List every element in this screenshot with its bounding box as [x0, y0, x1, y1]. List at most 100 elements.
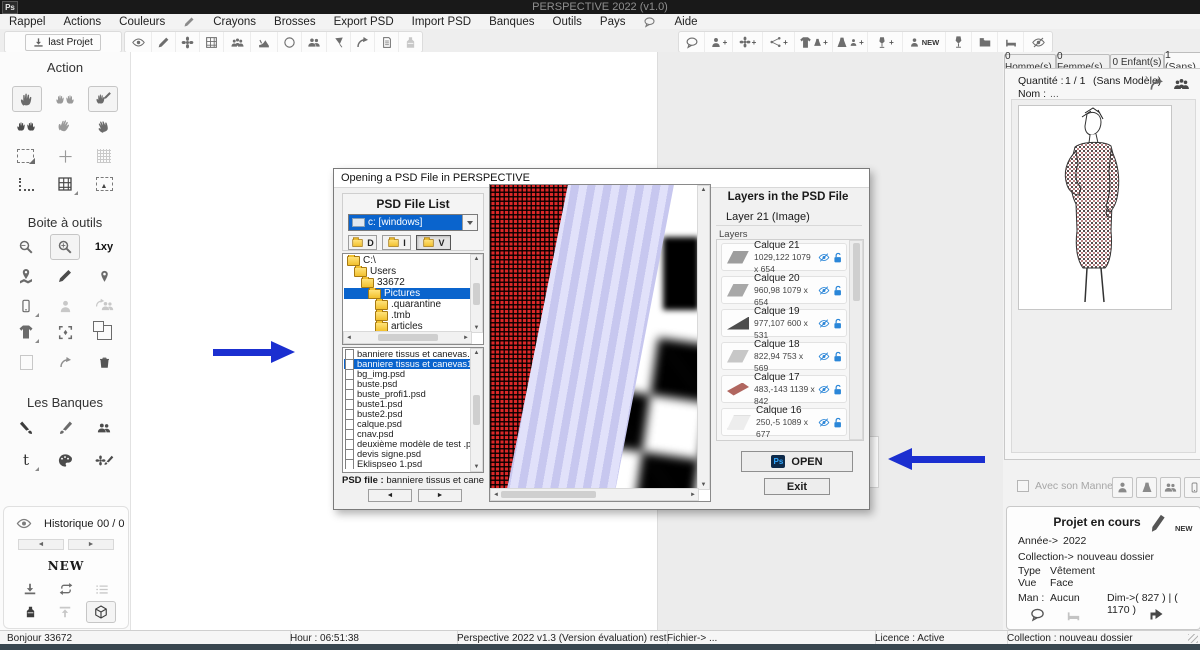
add-flower-button[interactable]: + — [733, 32, 763, 52]
menu-export-psd[interactable]: Export PSD — [325, 16, 403, 28]
shoe-tool-button[interactable] — [251, 32, 278, 52]
card-button[interactable] — [1184, 477, 1200, 498]
layer-item[interactable]: Calque 17483,-143 1139 x 842 — [721, 375, 847, 403]
hands-tool[interactable] — [51, 87, 79, 111]
kite-tool-button[interactable] — [327, 32, 351, 52]
people-bank-tool[interactable] — [90, 416, 118, 440]
new-person-button[interactable]: NEW — [903, 32, 946, 52]
app-icon[interactable]: Ps — [2, 1, 18, 14]
add-dress-button[interactable]: + — [833, 32, 868, 52]
tree-item[interactable]: 33672 — [344, 277, 471, 288]
list-button[interactable] — [88, 579, 116, 599]
eye-off-tool-button[interactable] — [1024, 32, 1052, 52]
export-icon[interactable] — [1147, 606, 1166, 622]
fine-grid-tool[interactable] — [90, 144, 118, 168]
hand-fan-tool[interactable] — [90, 114, 118, 138]
crowd-icon[interactable] — [1172, 76, 1191, 92]
map-pin-tool[interactable] — [12, 264, 40, 288]
file-item[interactable]: Eklispseo 1.psd — [344, 459, 471, 469]
bed-tool-button[interactable] — [998, 32, 1024, 52]
person-face-button[interactable] — [1160, 477, 1181, 498]
file-item[interactable]: bg_img.psd — [344, 369, 471, 379]
hand-outline-tool[interactable] — [51, 114, 79, 138]
chat-icon[interactable] — [1029, 607, 1046, 622]
folder-v-button[interactable]: V — [416, 235, 451, 250]
jacket-tool[interactable] — [12, 320, 40, 344]
draw-pencil-tool[interactable] — [51, 264, 79, 288]
file-item[interactable]: devis signe.psd — [344, 449, 471, 459]
eye-off-icon[interactable] — [818, 318, 830, 329]
chat-tool-button[interactable] — [679, 32, 705, 52]
phone-tool[interactable] — [12, 294, 40, 318]
flower-tool-button[interactable] — [176, 32, 200, 52]
preview-vertical-scrollbar[interactable]: ▲▼ — [697, 185, 710, 490]
eye-off-icon[interactable] — [818, 417, 830, 428]
file-item[interactable]: buste.psd — [344, 379, 471, 389]
tab-femmes[interactable]: 0 Femme(s) — [1056, 54, 1110, 69]
tree-item[interactable]: Users — [344, 266, 471, 277]
menu-import-psd[interactable]: Import PSD — [403, 16, 480, 28]
next-file-button[interactable]: ► — [418, 489, 462, 502]
person-male-button[interactable] — [1112, 477, 1133, 498]
trash-tool[interactable] — [90, 350, 118, 374]
refresh-frame-button[interactable] — [52, 579, 80, 599]
mannequin-checkbox[interactable] — [1017, 480, 1029, 492]
import-tray-button[interactable] — [16, 579, 44, 599]
zoom-out-tool[interactable]: − — [12, 235, 40, 259]
files-vertical-scrollbar[interactable]: ▲▼ — [470, 348, 483, 472]
hand-pan-tool[interactable] — [12, 86, 42, 112]
square-tool[interactable] — [12, 350, 40, 374]
letter-t-tool[interactable]: t — [12, 448, 40, 472]
corner-marquee-tool[interactable] — [12, 172, 40, 196]
add-network-button[interactable]: + — [763, 32, 795, 52]
menu-couleurs[interactable]: Couleurs — [110, 16, 174, 28]
exit-button[interactable]: Exit — [764, 478, 830, 495]
cycle-tool-button[interactable] — [351, 32, 375, 52]
historique-next-button[interactable]: ► — [68, 539, 114, 550]
person-share-tool[interactable] — [90, 294, 118, 318]
eye-off-icon[interactable] — [818, 252, 830, 263]
file-item[interactable]: buste_profi1.psd — [344, 389, 471, 399]
eye-off-icon[interactable] — [818, 384, 830, 395]
tab-sans[interactable]: 1 (Sans) — [1164, 52, 1200, 69]
lock-open-icon[interactable] — [832, 285, 843, 296]
pencil-new-icon[interactable] — [1147, 513, 1169, 533]
marker-bank-tool[interactable] — [12, 416, 40, 440]
brush-palette-tool[interactable] — [90, 448, 118, 472]
grid-tool-button[interactable] — [200, 32, 224, 52]
people-tool-button[interactable] — [302, 32, 327, 52]
chat-icon[interactable] — [634, 16, 665, 28]
pin-tool[interactable] — [90, 264, 118, 288]
document-tool-button[interactable] — [375, 32, 399, 52]
lock-open-icon[interactable] — [832, 351, 843, 362]
stamp-tool-button[interactable] — [399, 32, 422, 52]
file-item-selected[interactable]: banniere tissus et canevas1.psd — [344, 359, 471, 369]
person-female-button[interactable] — [1136, 477, 1157, 498]
file-item[interactable]: banniere tissus et canevas.psd — [344, 349, 471, 359]
folder-out-tool-button[interactable] — [972, 32, 998, 52]
open-button[interactable]: Ps OPEN — [741, 451, 853, 472]
ink-bottle-button[interactable] — [16, 602, 44, 622]
menu-rappel[interactable]: Rappel — [0, 16, 54, 28]
menu-actions[interactable]: Actions — [54, 16, 110, 28]
menu-pays[interactable]: Pays — [591, 16, 635, 28]
hands-dark-tool[interactable] — [12, 114, 40, 138]
folder-i-button[interactable]: I — [382, 235, 411, 250]
eye-tool-button[interactable] — [125, 32, 152, 52]
prev-file-button[interactable]: ◄ — [368, 489, 412, 502]
mannequin-preview[interactable] — [1018, 105, 1172, 310]
tree-item-selected[interactable]: Pictures — [344, 288, 471, 299]
lock-open-icon[interactable] — [832, 318, 843, 329]
crosshair-tool[interactable] — [51, 144, 79, 168]
dressform-tool-button[interactable] — [946, 32, 972, 52]
refresh-icon[interactable] — [1149, 77, 1164, 92]
tree-item[interactable]: .quarantine — [344, 299, 471, 310]
bed-icon[interactable] — [1065, 608, 1082, 622]
lock-open-icon[interactable] — [832, 252, 843, 263]
menu-banques[interactable]: Banques — [480, 16, 543, 28]
pencil-icon[interactable] — [174, 16, 204, 28]
resize-grip[interactable] — [1188, 634, 1198, 643]
preview-horizontal-scrollbar[interactable]: ◄► — [490, 488, 699, 501]
hand-pen-tool[interactable] — [88, 86, 118, 112]
menu-brosses[interactable]: Brosses — [265, 16, 325, 28]
